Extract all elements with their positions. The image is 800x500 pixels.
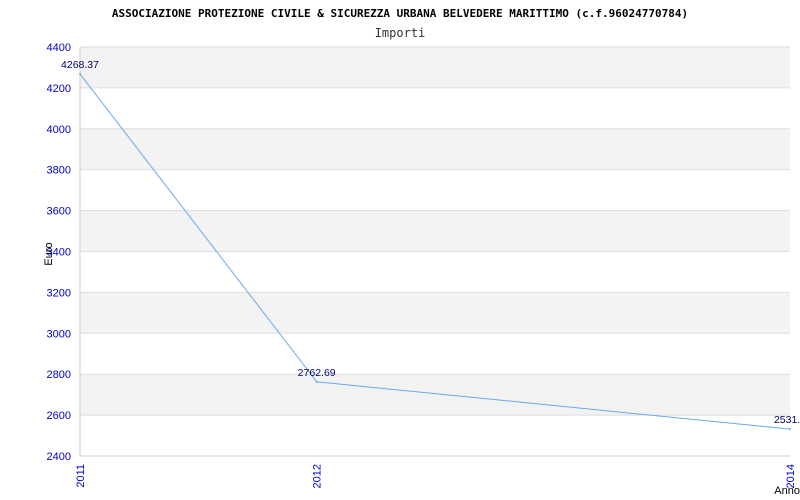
y-axis-label: Euro [43, 242, 55, 265]
data-point [789, 428, 791, 431]
y-tick-label: 4000 [47, 124, 71, 136]
background-band [80, 128, 790, 170]
chart-subtitle: Importi [375, 26, 426, 40]
chart-container: 2400 2600 2800 3000 3200 3400 3600 3800 4000 4200… [0, 0, 800, 500]
x-axis-label: Anno [774, 485, 800, 497]
background-band [80, 210, 790, 252]
y-tick-label: 3600 [47, 206, 71, 218]
data-label: 2762.69 [298, 367, 336, 379]
y-tick-label: 3000 [47, 328, 71, 340]
data-point [315, 380, 318, 383]
x-tick-label: 2012 [312, 464, 324, 488]
background-band [80, 374, 790, 416]
y-tick-label: 3800 [47, 165, 71, 177]
data-point [79, 72, 81, 75]
y-tick-label: 2400 [47, 451, 71, 463]
y-tick-label: 3200 [47, 287, 71, 299]
data-label: 4268.37 [61, 59, 99, 71]
background-band [80, 292, 790, 334]
line-chart: 2400260028003000320034003600380040004200… [43, 7, 800, 497]
x-tick-label: 2011 [75, 464, 87, 488]
chart-title: ASSOCIAZIONE PROTEZIONE CIVILE & SICUREZ… [112, 7, 688, 20]
plot-background-bands [80, 47, 790, 416]
y-tick-label: 2600 [47, 410, 71, 422]
y-tick-label: 4400 [47, 42, 71, 54]
y-tick-label: 2800 [47, 369, 71, 381]
data-label: 2531.7 [774, 414, 800, 426]
y-tick-label: 4200 [47, 83, 71, 95]
labels-layer: 2400260028003000320034003600380040004200… [47, 42, 800, 488]
background-band [80, 47, 790, 88]
